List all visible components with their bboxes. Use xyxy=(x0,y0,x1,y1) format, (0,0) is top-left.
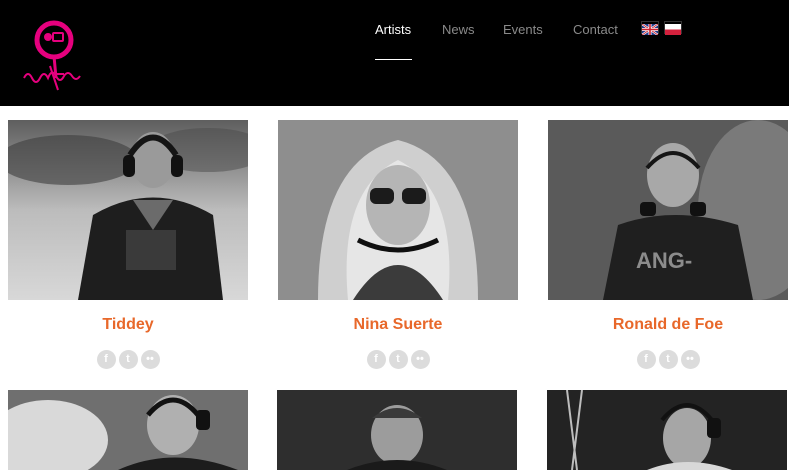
artist-card[interactable]: Nina Suerte f t •• xyxy=(278,120,518,380)
artist-photo[interactable] xyxy=(277,390,517,470)
artist-card[interactable]: Tiddey f t •• xyxy=(8,120,248,380)
twitter-icon[interactable]: t xyxy=(658,350,678,369)
artist-name[interactable]: Tiddey xyxy=(8,316,248,334)
active-nav-underline xyxy=(375,59,412,60)
english-flag-icon[interactable] xyxy=(641,21,659,36)
facebook-icon[interactable]: f xyxy=(366,350,386,369)
artist-photo[interactable] xyxy=(8,120,248,300)
artist-photo[interactable] xyxy=(8,390,248,470)
nav-contact[interactable]: Contact xyxy=(573,22,618,37)
artist-social-links: f t •• xyxy=(548,350,788,369)
site-header: Artists News Events Contact xyxy=(0,0,789,106)
facebook-icon[interactable]: f xyxy=(636,350,656,369)
artist-card[interactable] xyxy=(8,390,248,470)
artist-card[interactable]: ANG- Ronald de Foe f t •• xyxy=(548,120,788,380)
artist-photo[interactable]: ANG- xyxy=(548,120,788,300)
nav-events[interactable]: Events xyxy=(503,22,543,37)
artist-social-links: f t •• xyxy=(278,350,518,369)
flickr-icon[interactable]: •• xyxy=(410,350,430,369)
artist-photo[interactable] xyxy=(278,120,518,300)
nav-news[interactable]: News xyxy=(442,22,475,37)
artist-name[interactable]: Nina Suerte xyxy=(278,316,518,334)
artist-photo[interactable] xyxy=(547,390,787,470)
flickr-icon[interactable]: •• xyxy=(680,350,700,369)
svg-text:ANG-: ANG- xyxy=(636,248,692,273)
facebook-icon[interactable]: f xyxy=(96,350,116,369)
flickr-icon[interactable]: •• xyxy=(140,350,160,369)
brand-logo[interactable] xyxy=(20,18,92,100)
twitter-icon[interactable]: t xyxy=(388,350,408,369)
artist-name[interactable]: Ronald de Foe xyxy=(548,316,788,334)
nav-artists[interactable]: Artists xyxy=(375,22,411,37)
polish-flag-icon[interactable] xyxy=(664,21,682,35)
artist-card[interactable] xyxy=(277,390,517,470)
twitter-icon[interactable]: t xyxy=(118,350,138,369)
artist-social-links: f t •• xyxy=(8,350,248,369)
artist-card[interactable] xyxy=(547,390,787,470)
